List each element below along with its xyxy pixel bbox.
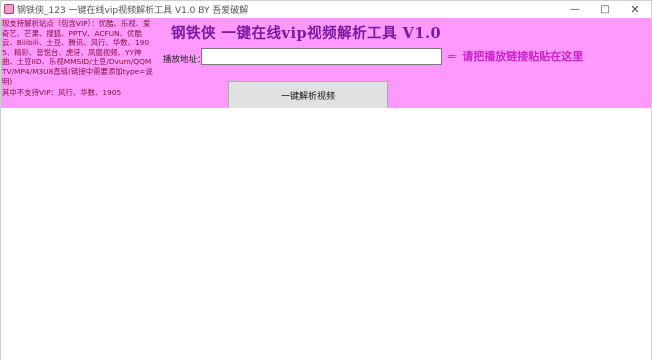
paste-hint: ⇐ 请把播放链接粘贴在这里 <box>447 48 583 64</box>
left-arrow-icon: ⇐ <box>447 50 457 63</box>
page-title: 钢铁侠 一键在线vip视频解析工具 V1.0 <box>171 25 442 42</box>
supported-sites-text: 现支持解析站点（包含VIP）：优酷、乐视、爱奇艺、芒果、搜狐、PPTV、ACFU… <box>2 19 153 86</box>
unsupported-sites-text: 其中不支持VIP：风行、华数、1905 <box>2 88 122 97</box>
control-panel: 现支持解析站点（包含VIP）：优酷、乐视、爱奇艺、芒果、搜狐、PPTV、ACFU… <box>1 18 651 109</box>
maximize-button[interactable]: □ <box>591 1 619 18</box>
video-content-area[interactable] <box>1 108 651 360</box>
app-icon <box>4 4 14 14</box>
url-input[interactable] <box>201 48 442 65</box>
parse-video-button[interactable]: 一键解析视频 <box>228 81 388 109</box>
title-bar[interactable]: 钢铁侠_123 一键在线vip视频解析工具 V1.0 BY 吾爱破解 — □ ✕ <box>1 1 651 18</box>
paste-hint-text: 请把播放链接粘贴在这里 <box>462 50 584 63</box>
window-title: 钢铁侠_123 一键在线vip视频解析工具 V1.0 BY 吾爱破解 <box>17 6 249 16</box>
close-button[interactable]: ✕ <box>621 1 649 18</box>
app-window: 钢铁侠_123 一键在线vip视频解析工具 V1.0 BY 吾爱破解 — □ ✕… <box>0 0 652 360</box>
minimize-button[interactable]: — <box>561 1 589 18</box>
url-label: 播放地址： <box>163 55 206 65</box>
